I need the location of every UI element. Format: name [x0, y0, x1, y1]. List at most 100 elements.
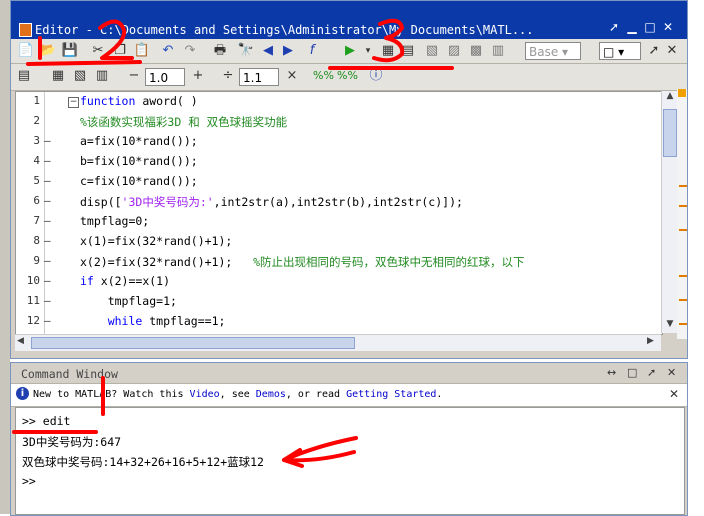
- minimize-icon[interactable]: ▁: [625, 20, 639, 34]
- eval-cell-icon[interactable]: ▦: [49, 67, 67, 85]
- print-icon[interactable]: 🖶: [211, 42, 229, 60]
- line-number: 2: [33, 114, 40, 127]
- step-in-icon[interactable]: ▨: [445, 42, 463, 60]
- stack-select[interactable]: Base ▾: [525, 42, 581, 60]
- cell-mode-icon[interactable]: ▤: [15, 67, 33, 85]
- line-number: 11: [26, 294, 40, 307]
- multiply-value-field[interactable]: 1.1: [239, 68, 279, 86]
- increment-value-field[interactable]: 1.0: [145, 68, 185, 86]
- warning-mark[interactable]: [679, 323, 687, 325]
- scroll-right-icon[interactable]: ▶: [647, 336, 654, 346]
- video-link[interactable]: Video: [190, 389, 220, 400]
- warning-mark[interactable]: [679, 229, 687, 231]
- breakpoint-marker[interactable]: –: [44, 214, 51, 227]
- breakpoint-marker[interactable]: –: [44, 154, 51, 167]
- editor-horizontal-scrollbar[interactable]: ◀ ▶: [15, 334, 661, 351]
- editor-toolbar: 📄 📂 💾 ✂ ❐ 📋 ↶ ↷ 🖶 🔭 ◀ ▶ f ▶ ▾ ▦ ▤ ▧ ▨ ▩ …: [11, 39, 687, 64]
- breakpoint-marker[interactable]: –: [44, 194, 51, 207]
- scroll-thumb[interactable]: [663, 109, 677, 157]
- scroll-down-icon[interactable]: ▼: [663, 319, 677, 333]
- help-icon[interactable]: ⓘ: [367, 67, 385, 85]
- undock-icon[interactable]: ➚: [607, 20, 621, 34]
- go-back-icon[interactable]: ◀: [259, 42, 277, 60]
- line-number: 5: [33, 174, 40, 187]
- undock-cmd-icon[interactable]: ↔: [607, 366, 616, 379]
- command-output[interactable]: >> edit 3D中奖号码为:647 双色球中奖号码:14+32+26+16+…: [15, 407, 685, 515]
- divide-button[interactable]: ÷: [219, 67, 237, 85]
- eval-file-icon[interactable]: ▥: [93, 67, 111, 85]
- code-line: c=fix(10*rand());: [80, 174, 198, 188]
- code-line: %该函数实现福彩3D 和 双色球摇奖功能: [80, 115, 288, 129]
- line-number: 10: [26, 274, 40, 287]
- info-icon: i: [16, 387, 29, 400]
- breakpoint-marker[interactable]: –: [44, 314, 51, 327]
- function-browser-icon[interactable]: f: [303, 42, 321, 60]
- close-info-icon[interactable]: ✕: [669, 387, 679, 401]
- warning-mark[interactable]: [679, 299, 687, 301]
- command-prompt[interactable]: >>: [22, 474, 36, 488]
- eval-advance-icon[interactable]: ▧: [71, 67, 89, 85]
- hscroll-thumb[interactable]: [31, 337, 355, 349]
- undo-icon[interactable]: ↶: [159, 42, 177, 60]
- breakpoint-marker[interactable]: –: [44, 294, 51, 307]
- layout-select[interactable]: □ ▾: [599, 42, 641, 60]
- code-editor[interactable]: − 1 function aword( ) 2 %该函数实现福彩3D 和 双色球摇奖功…: [15, 91, 663, 335]
- info-bar: i New to MATLAB? Watch this Video, see D…: [11, 383, 687, 407]
- clear-breakpoints-icon[interactable]: ▤: [399, 42, 417, 60]
- scroll-left-icon[interactable]: ◀: [17, 336, 24, 346]
- copy-icon[interactable]: ❐: [111, 42, 129, 60]
- decrement-button[interactable]: −: [125, 67, 143, 85]
- close-icon[interactable]: ✕: [661, 20, 675, 34]
- undock-editor-icon[interactable]: ➚: [645, 42, 663, 60]
- breakpoint-marker[interactable]: –: [44, 234, 51, 247]
- close-editor-icon[interactable]: ✕: [663, 42, 681, 60]
- run-dropdown-icon[interactable]: ▾: [359, 42, 377, 60]
- set-breakpoint-icon[interactable]: ▦: [379, 42, 397, 60]
- find-icon[interactable]: 🔭: [237, 42, 255, 60]
- stack-select-value: Base: [529, 45, 559, 59]
- editor-title-bar[interactable]: Editor - C:\Documents and Settings\Admin…: [11, 1, 687, 39]
- info-mid: , see: [219, 389, 256, 400]
- breakpoint-marker[interactable]: –: [44, 134, 51, 147]
- line-number: 8: [33, 234, 40, 247]
- breakpoint-marker[interactable]: –: [44, 174, 51, 187]
- info-suffix: .: [436, 389, 443, 400]
- warning-mark[interactable]: [679, 275, 687, 277]
- warning-mark[interactable]: [679, 185, 687, 187]
- maximize-icon[interactable]: □: [643, 20, 657, 34]
- warning-mark[interactable]: [679, 205, 687, 207]
- code-line: function aword( ): [80, 94, 198, 108]
- status-indicator-icon[interactable]: [678, 89, 686, 97]
- command-window-title-bar[interactable]: Command Window ↔ □ ➚ ✕: [11, 363, 687, 383]
- step-out-icon[interactable]: ▩: [467, 42, 485, 60]
- step-icon[interactable]: ▧: [423, 42, 441, 60]
- open-file-icon[interactable]: 📂: [39, 42, 57, 60]
- close-cmd-icon[interactable]: ✕: [667, 366, 676, 379]
- scroll-up-icon[interactable]: ▲: [663, 91, 677, 105]
- insert-cell-divider-icon[interactable]: %%: [313, 67, 334, 85]
- new-file-icon[interactable]: 📄: [17, 42, 35, 60]
- code-line: x(2)=fix(32*rand()+1); %防止出现相同的号码，双色球中无相…: [80, 255, 525, 269]
- maximize-cmd-icon[interactable]: □: [627, 366, 637, 379]
- go-forward-icon[interactable]: ▶: [279, 42, 297, 60]
- undock-arrow-icon[interactable]: ➚: [647, 366, 656, 379]
- exit-debug-icon[interactable]: ▥: [489, 42, 507, 60]
- demos-link[interactable]: Demos: [256, 389, 286, 400]
- paste-icon[interactable]: 📋: [133, 42, 151, 60]
- info-text: New to MATLAB? Watch this Video, see Dem…: [33, 389, 442, 400]
- output-line: 3D中奖号码为:647: [22, 435, 122, 449]
- getting-started-link[interactable]: Getting Started: [346, 389, 436, 400]
- editor-vertical-scrollbar[interactable]: ▲ ▼: [661, 91, 678, 333]
- remove-cell-divider-icon[interactable]: %%: [337, 67, 358, 85]
- cell-toolbar: ▤ ▦ ▧ ▥ − 1.0 + ÷ 1.1 × %% %% ⓘ: [11, 64, 687, 91]
- fold-toggle-icon[interactable]: −: [68, 97, 79, 108]
- multiply-button[interactable]: ×: [283, 67, 301, 85]
- code-line: x(1)=fix(32*rand()+1);: [80, 234, 233, 248]
- increment-button[interactable]: +: [189, 67, 207, 85]
- cut-icon[interactable]: ✂: [89, 42, 107, 60]
- breakpoint-marker[interactable]: –: [44, 254, 51, 267]
- breakpoint-marker[interactable]: –: [44, 274, 51, 287]
- save-icon[interactable]: 💾: [61, 42, 79, 60]
- redo-icon[interactable]: ↷: [181, 42, 199, 60]
- run-icon[interactable]: ▶: [341, 42, 359, 60]
